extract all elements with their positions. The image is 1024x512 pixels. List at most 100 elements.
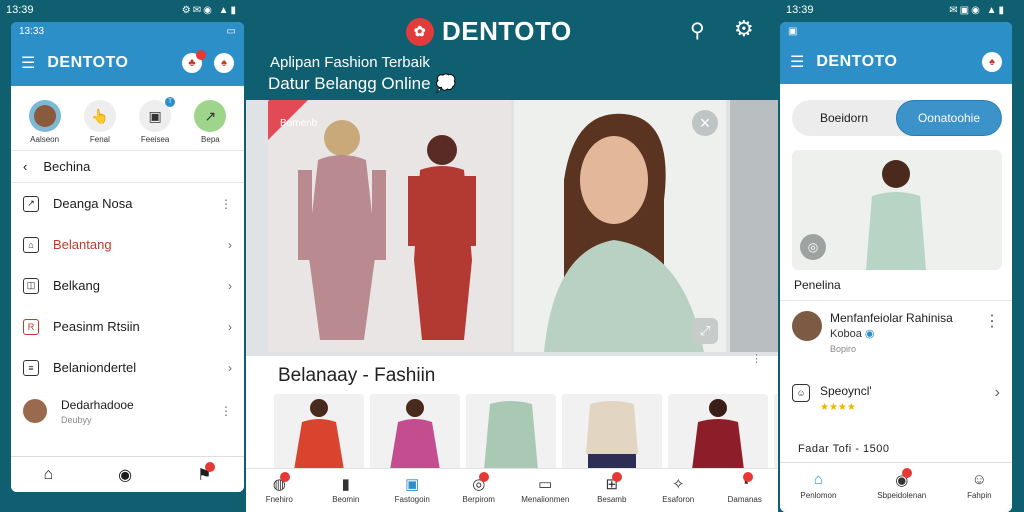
- profile-row[interactable]: Menfanfeiolar Rahinisa Koboa ◉ Bopiro ⋮: [780, 301, 1012, 364]
- tab-3[interactable]: ◎ Berpirom: [450, 472, 508, 504]
- rating-stars: ★★★★: [820, 402, 856, 413]
- menu-item-4[interactable]: ≡ Belaniondertel ›: [11, 347, 244, 388]
- profile-icon[interactable]: ♠: [214, 53, 234, 73]
- quick-action-0[interactable]: Aalseon: [28, 100, 61, 144]
- camera-icon[interactable]: ◎: [800, 234, 826, 260]
- chevron-right-icon: ›: [228, 237, 232, 252]
- menu-label: Peasinm Rtsiin: [53, 319, 140, 334]
- hamburger-menu-icon[interactable]: ☰: [21, 53, 35, 73]
- quick-action-2[interactable]: ▣ T Feeisea: [139, 97, 176, 144]
- notification-icon[interactable]: ♣: [182, 50, 206, 73]
- menu-item-1[interactable]: ⌂ Belantang ›: [11, 224, 244, 265]
- left-app-header: ☰ DENTOTO ♣ ♠: [11, 40, 244, 86]
- center-brand-title: DENTOTO: [442, 16, 572, 46]
- center-logo: ✿ DENTOTO: [406, 16, 572, 47]
- battery-icon: ▭: [226, 25, 236, 37]
- notification-badge: [196, 50, 206, 60]
- more-icon[interactable]: ⋮: [220, 197, 232, 211]
- product-image: [774, 394, 778, 470]
- chat-bubble-icon: 💭: [435, 74, 457, 93]
- tab-home[interactable]: ⌂ Penlomon: [800, 471, 836, 500]
- product-image: [484, 401, 538, 470]
- tab-label: Menalionmen: [521, 495, 570, 504]
- tap-icon: 👆: [83, 100, 116, 132]
- profile-text: Menfanfeiolar Rahinisa Koboa ◉ Bopiro: [830, 311, 976, 354]
- product-thumb-0[interactable]: [274, 394, 364, 470]
- clock-icon: ◉: [895, 468, 913, 489]
- setting-row[interactable]: ☺ Speoyncl' ★★★★ ›: [780, 364, 1012, 421]
- tab-badge: [612, 472, 623, 482]
- product-image: [692, 399, 744, 470]
- tab-badge: [279, 472, 290, 482]
- message-icon: ▣: [788, 25, 798, 37]
- status-icons: ⚙✉◉ ▲▮: [181, 4, 238, 16]
- tab-label: Sbpeidolenan: [877, 491, 927, 500]
- tab-4[interactable]: ▭ Menalionmen: [516, 475, 574, 504]
- contact-row[interactable]: Dedarhadooe Deubyy ⋮: [11, 388, 244, 434]
- tab-1[interactable]: ▮ Beomin: [317, 475, 375, 504]
- list-icon: ≡: [23, 359, 39, 376]
- store-icon: ⌂: [23, 236, 39, 253]
- tab-5[interactable]: ⊞ Besamb: [583, 472, 641, 504]
- hero-carousel[interactable]: Bomenb × ⤢: [246, 100, 778, 356]
- tab-6[interactable]: ✧ Esaforon: [649, 475, 707, 504]
- segment-on[interactable]: Oonatoohie: [896, 100, 1002, 136]
- hamburger-menu-icon[interactable]: ☰: [790, 52, 804, 72]
- product-thumbnails: [274, 394, 778, 470]
- tab-7[interactable]: ◔ Damanas: [716, 472, 774, 504]
- tab-profile[interactable]: ☺ Fahpin: [967, 471, 991, 500]
- product-thumb-2[interactable]: [466, 394, 556, 470]
- product-card[interactable]: ◎: [792, 150, 1002, 270]
- expand-icon[interactable]: ⤢: [692, 318, 718, 344]
- segment-off[interactable]: Boeidorn: [792, 100, 896, 136]
- left-inner-status: 13:33 ▭: [11, 22, 244, 40]
- contact-sub: Deubyy: [61, 414, 92, 425]
- more-icon[interactable]: ⋮: [751, 352, 762, 365]
- trend-icon: ↗: [194, 100, 227, 132]
- quick-action-label: Feeisea: [140, 135, 170, 144]
- menu-item-2[interactable]: ◫ Belkang ›: [11, 265, 244, 306]
- section-title: Belanaay - Fashiin: [278, 365, 436, 386]
- close-icon[interactable]: ×: [692, 110, 718, 136]
- profile-icon[interactable]: ♠: [982, 52, 1002, 72]
- hero-card-3[interactable]: [730, 100, 778, 352]
- product-thumb-1[interactable]: [370, 394, 460, 470]
- tab-activity[interactable]: ◉ Sbpeidolenan: [877, 468, 927, 500]
- more-icon[interactable]: ⋮: [220, 404, 232, 418]
- hero-card-1[interactable]: Bomenb: [268, 100, 511, 352]
- quick-action-3[interactable]: ↗ Bepa: [194, 100, 227, 144]
- tab-badge: [743, 472, 754, 482]
- quick-action-1[interactable]: 👆 Fenal: [83, 100, 116, 144]
- back-row[interactable]: ‹ Bechina: [11, 151, 244, 183]
- product-thumb-5[interactable]: [774, 394, 778, 470]
- search-icon[interactable]: ⚲: [690, 18, 705, 43]
- menu-item-0[interactable]: ↗ Deanga Nosa ⋮: [11, 183, 244, 224]
- tab-label: Fastogoin: [394, 495, 430, 504]
- left-inner-time: 13:33: [19, 25, 45, 37]
- bag-icon: ◫: [23, 277, 39, 294]
- verified-icon: ◉: [864, 328, 875, 340]
- contact-text: Dedarhadooe Deubyy: [61, 398, 206, 425]
- gear-icon[interactable]: ⚙: [734, 16, 754, 42]
- product-thumb-3[interactable]: [562, 394, 662, 470]
- tab-0[interactable]: ◍ Fnehiro: [250, 472, 308, 504]
- status-bar-right: 13:39 ✉▣◉ ▲▮: [780, 0, 1012, 20]
- back-arrow-icon[interactable]: ‹: [23, 159, 27, 174]
- setting-title: Speoyncl': [820, 384, 872, 398]
- tab-badge: [479, 472, 490, 482]
- chevron-right-icon: ›: [228, 360, 232, 375]
- tab-2[interactable]: ▣ Fastogoin: [383, 475, 441, 504]
- left-brand-title: DENTOTO: [47, 54, 129, 71]
- notifications-tab-icon[interactable]: ⚑: [197, 461, 216, 485]
- hero-card-2[interactable]: × ⤢: [514, 100, 726, 352]
- menu-item-3[interactable]: R Peasinm Rtsiin ›: [11, 306, 244, 347]
- card-icon: ▭: [538, 476, 553, 493]
- status-time: 13:39: [6, 4, 34, 16]
- tab-label: Penlomon: [800, 491, 837, 500]
- profile-title: Menfanfeiolar Rahinisa: [830, 311, 953, 325]
- product-thumb-4[interactable]: [668, 394, 768, 470]
- home-icon[interactable]: ⌂: [44, 466, 54, 484]
- chat-icon[interactable]: ◉: [118, 465, 132, 485]
- right-app-header: ☰ DENTOTO ♠: [780, 40, 1012, 84]
- more-icon[interactable]: ⋮: [984, 311, 1000, 331]
